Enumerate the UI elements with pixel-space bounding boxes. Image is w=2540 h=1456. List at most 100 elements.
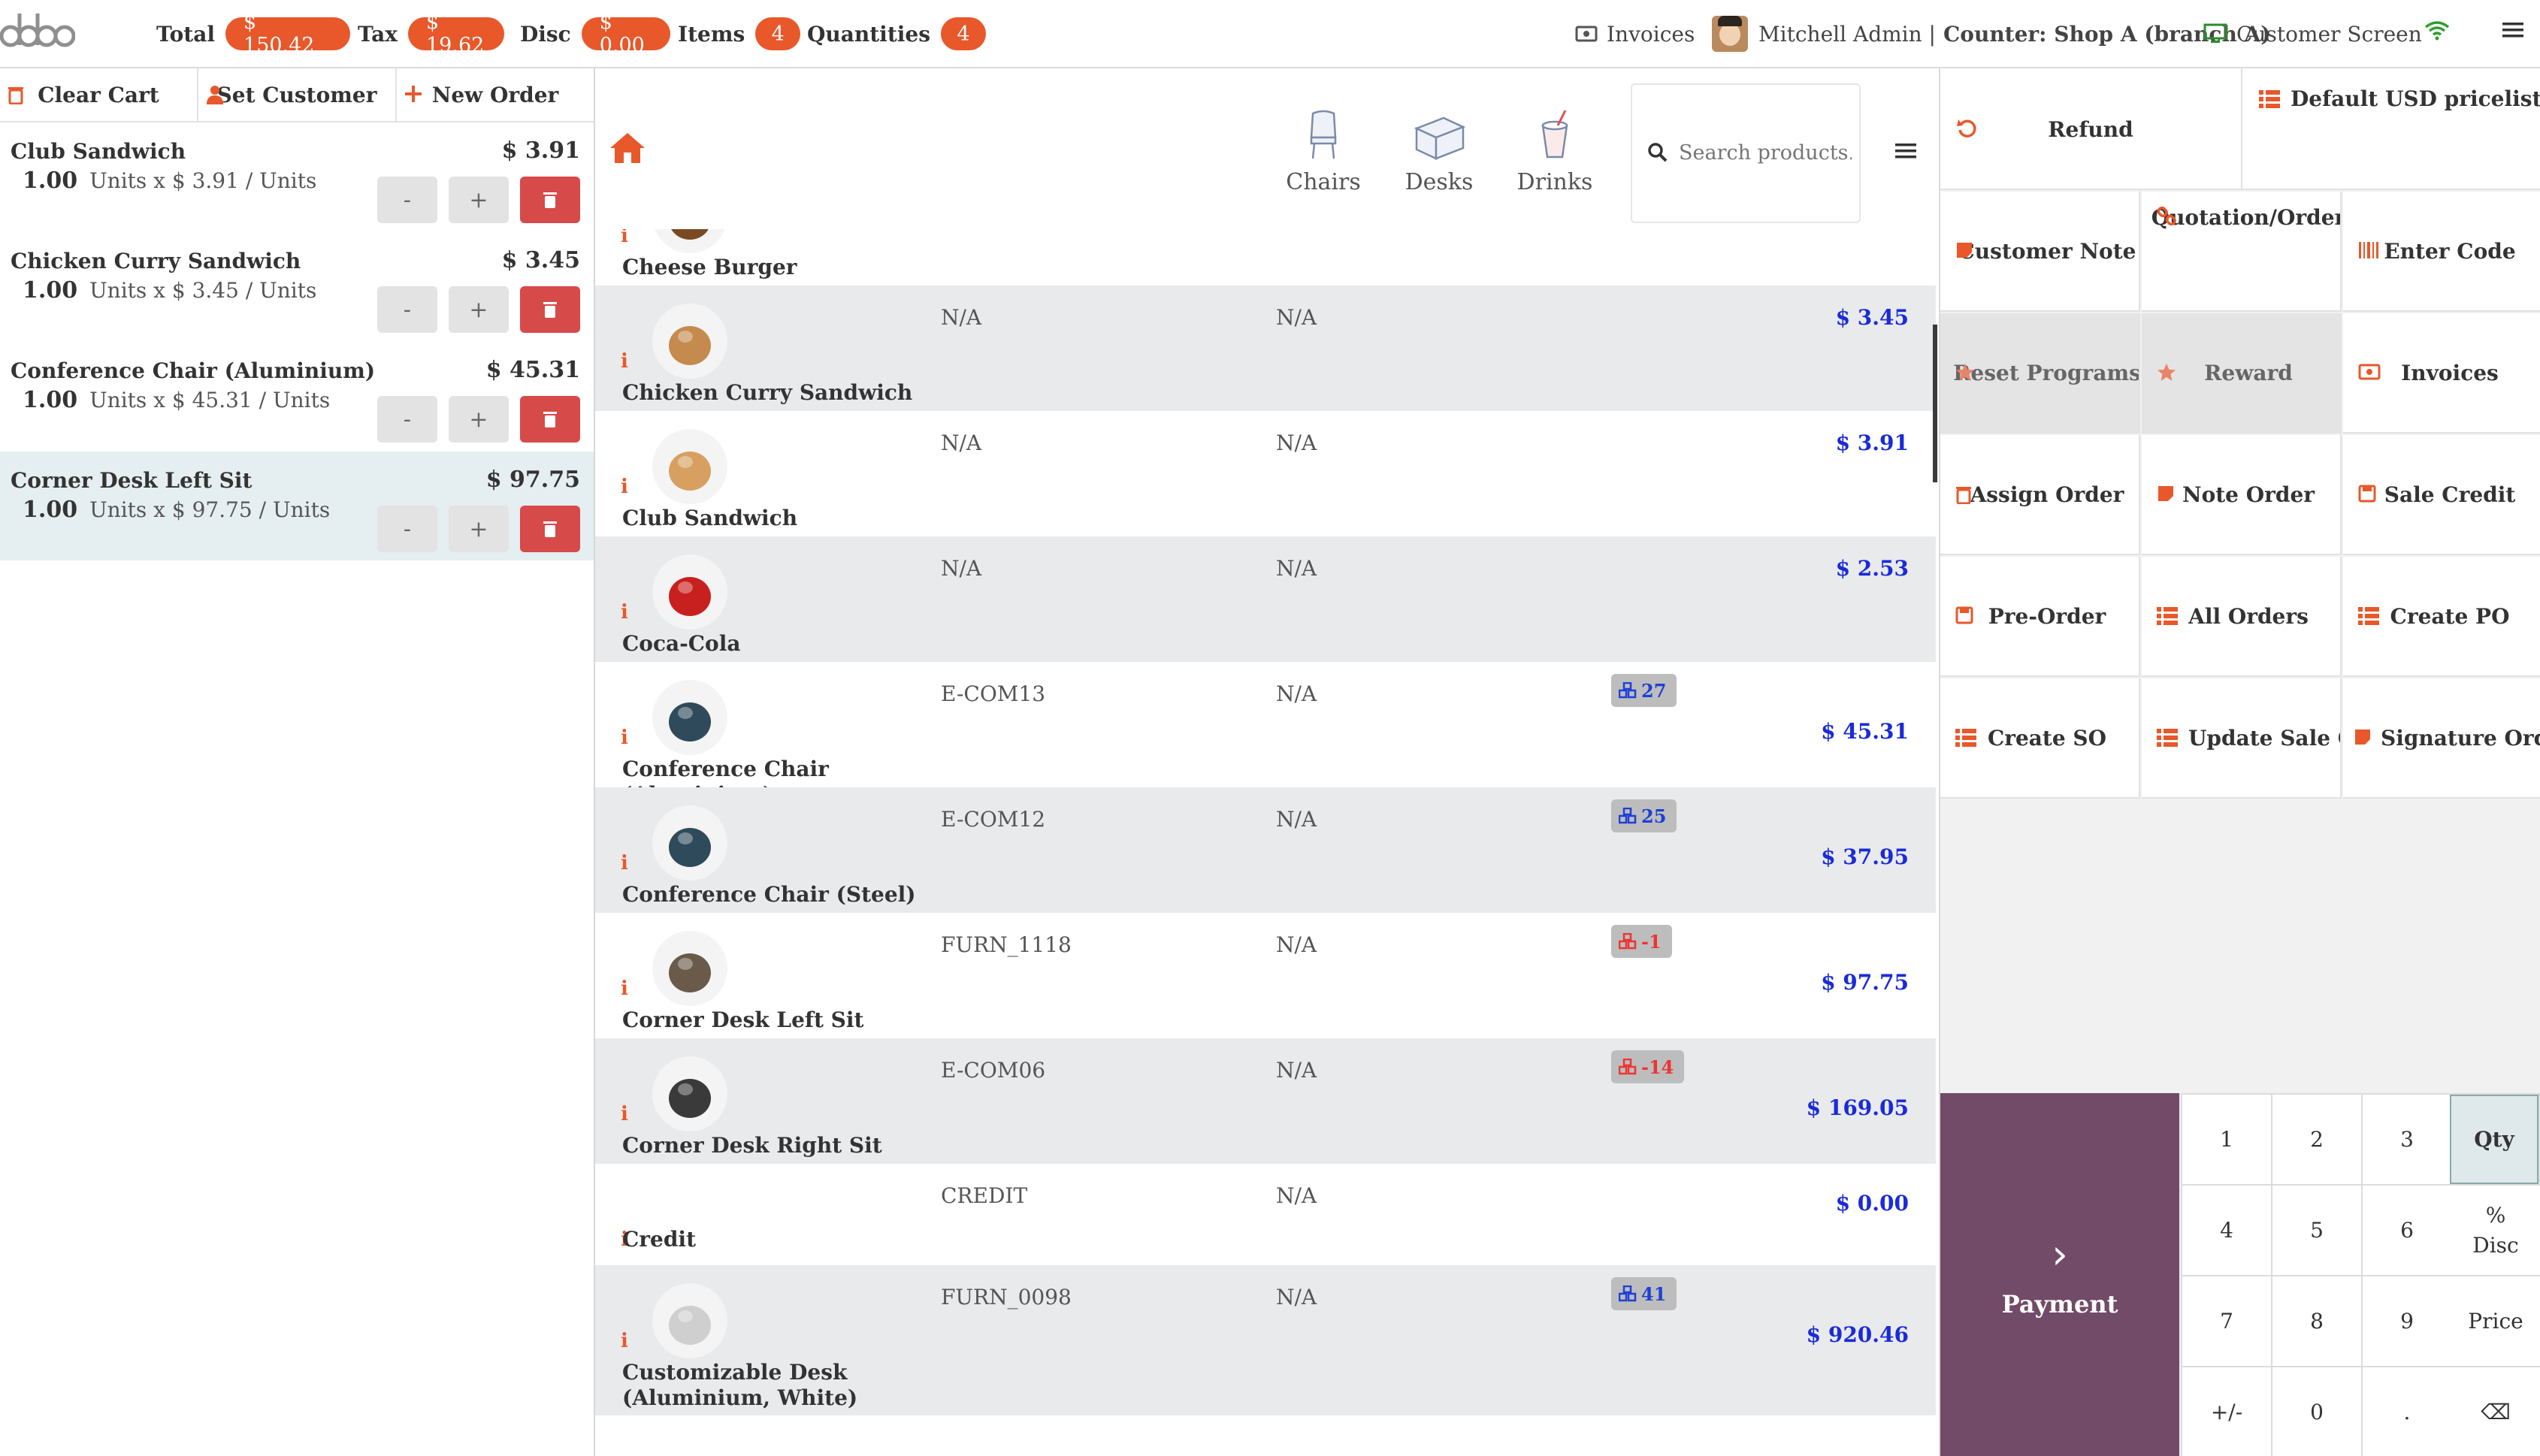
remove-line-button[interactable] [520,177,580,223]
pre-order-button[interactable]: Pre-Order [1940,557,2140,677]
product-barcode: N/A [1276,807,1317,832]
numpad-price-mode[interactable]: Price [2451,1276,2540,1366]
all-orders-button[interactable]: All Orders [2142,557,2342,677]
decrease-qty-button[interactable]: - [377,396,437,443]
numpad-disc-mode[interactable]: % Disc [2451,1186,2540,1275]
numpad-key-2[interactable]: 2 [2272,1095,2361,1184]
numpad-key-6[interactable]: 6 [2363,1186,2451,1275]
update-sale-order-button[interactable]: Update Sale Order [2142,678,2342,799]
clear-cart-button[interactable]: Clear Cart [0,68,198,121]
stock-badge: 25 [1611,799,1677,832]
qty-value: 1.00 [23,168,78,194]
increase-qty-button[interactable]: + [449,177,509,223]
customer-note-label: Customer Note [1958,238,2136,264]
menu-icon[interactable] [2502,21,2523,39]
user-menu[interactable]: Mitchell Admin | Counter: Shop A (branch… [1712,16,2271,52]
cart-line-selected[interactable]: Corner Desk Left Sit $ 97.75 1.00 Units x… [0,452,594,561]
numpad-qty-mode[interactable]: Qty [2450,1095,2538,1184]
invoices-link[interactable]: Invoices [1575,17,1695,51]
customer-screen-button[interactable]: Customer Screen [2203,17,2422,51]
increase-qty-button[interactable]: + [449,506,509,552]
numpad-key-7[interactable]: 7 [2182,1276,2271,1366]
signature-order-button[interactable]: Signature Order [2343,678,2540,799]
stock-qty: 41 [1641,1282,1667,1305]
decrease-qty-button[interactable]: - [377,177,437,223]
numpad-key-8[interactable]: 8 [2272,1276,2361,1366]
numpad-key-0[interactable]: 0 [2272,1367,2361,1456]
product-price: $ 0.00 [1835,1191,1909,1216]
decrease-qty-button[interactable]: - [377,506,437,552]
numpad-key-3[interactable]: 3 [2363,1095,2451,1184]
trash-icon [543,302,557,318]
items-value: 4 [755,17,801,50]
pricelist-button[interactable]: Default USD pricelist (USD) [2244,68,2540,190]
remove-line-button[interactable] [520,286,580,333]
category-desks[interactable]: Desks [1390,107,1488,195]
product-row[interactable]: iConference Chair (Aluminium)E-COM13N/A2… [595,662,1936,807]
info-icon[interactable]: i [621,1103,628,1125]
info-icon[interactable]: i [621,1330,628,1352]
product-row[interactable]: i Club Sandwich N/A N/A $ 3.91 [595,411,1936,536]
backspace-icon[interactable]: ⌫ [2451,1367,2540,1456]
product-row[interactable]: i Customizable Desk (Aluminium, White) FUR… [595,1265,1936,1415]
list-view-menu-icon[interactable] [1895,142,1916,160]
product-row[interactable]: i Conference Chair (Steel) E-COM12 N/A 25 $ 3… [595,787,1936,913]
stock-qty: 27 [1641,679,1667,702]
category-drinks[interactable]: Drinks [1506,107,1604,195]
info-icon[interactable]: i [621,852,628,875]
product-row[interactable]: i Corner Desk Right Sit E-COM06 N/A -14 $ 169… [595,1038,1936,1164]
info-icon[interactable]: i [621,229,628,247]
product-row[interactable]: i Credit CREDIT N/A $ 0.00 [595,1164,1936,1265]
new-order-button[interactable]: New Order [397,68,594,121]
sale-credit-button[interactable]: Sale Credit [2343,435,2540,555]
cubes-icon [1619,682,1637,699]
numpad-sign-toggle[interactable]: +/- [2182,1367,2271,1456]
info-icon[interactable]: i [621,726,628,749]
product-row[interactable]: i Coca-Cola N/A N/A $ 2.53 [595,536,1936,662]
numpad-key-9[interactable]: 9 [2363,1276,2451,1366]
numpad-key-dot[interactable]: . [2363,1367,2451,1456]
create-po-button[interactable]: Create PO [2343,557,2540,677]
invoices-button[interactable]: Invoices [2343,313,2540,433]
cart-line[interactable]: Conference Chair (Aluminium) $ 45.31 1.0… [0,342,594,452]
payment-button[interactable]: › Payment [1940,1093,2179,1456]
set-customer-button[interactable]: Set Customer [198,68,397,121]
unit-text: Units x $ 3.45 / Units [89,278,317,303]
increase-qty-button[interactable]: + [449,286,509,333]
enter-code-button[interactable]: Enter Code [2343,192,2540,312]
product-row[interactable]: i Corner Desk Left Sit FURN_1118 N/A -1 $ 97.… [595,913,1936,1038]
set-customer-label: Set Customer [216,82,377,107]
numpad-key-4[interactable]: 4 [2182,1186,2271,1275]
numpad-key-5[interactable]: 5 [2272,1186,2361,1275]
numpad-key-1[interactable]: 1 [2182,1095,2271,1184]
total-label: Total [156,21,216,47]
refund-button[interactable]: Refund [1940,68,2242,190]
search-input[interactable] [1679,137,1852,168]
info-icon[interactable]: i [621,476,628,498]
pre-order-label: Pre-Order [1988,603,2106,629]
note-order-button[interactable]: Note Order [2142,435,2342,555]
assign-order-button[interactable]: Assign Order [1940,435,2140,555]
category-chairs[interactable]: Chairs [1275,107,1372,195]
quotation-order-button[interactable]: Quotation/Order [2142,192,2342,312]
decrease-qty-button[interactable]: - [377,286,437,333]
cart-line[interactable]: Chicken Curry Sandwich $ 3.45 1.00 Units … [0,232,594,342]
product-name: Cheese Burger [622,255,797,279]
info-icon[interactable]: i [621,601,628,624]
info-icon[interactable]: i [621,977,628,1000]
remove-line-button[interactable] [520,506,580,552]
increase-qty-button[interactable]: + [449,396,509,443]
product-row[interactable]: i Chicken Curry Sandwich N/A N/A $ 3.45 [595,285,1936,411]
cart-line[interactable]: Club Sandwich $ 3.91 1.00 Units x $ 3.91 … [0,122,594,232]
product-row[interactable]: i Cheese Burger [595,229,1936,285]
home-icon[interactable] [609,131,646,165]
product-image [652,429,727,504]
info-icon[interactable]: i [621,350,628,373]
create-so-button[interactable]: Create SO [1940,678,2140,799]
scrollbar-thumb[interactable] [1933,325,1937,482]
stock-qty: 25 [1641,805,1667,827]
reset-programs-button[interactable]: Reset Programs [1940,313,2140,433]
customer-note-button[interactable]: Customer Note [1940,192,2140,312]
reward-button[interactable]: Reward [2142,313,2342,433]
remove-line-button[interactable] [520,396,580,443]
